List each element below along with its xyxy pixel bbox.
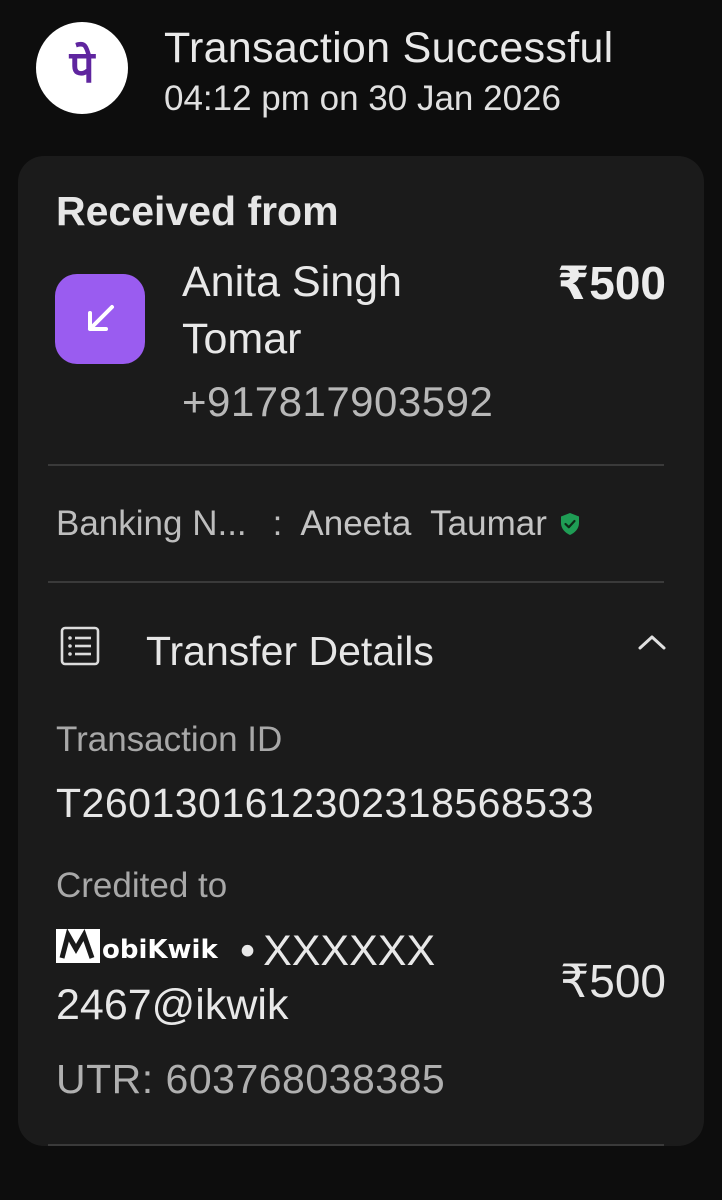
- mobikwik-logo: obiKwik: [56, 928, 218, 965]
- transfer-details-toggle[interactable]: Transfer Details: [56, 624, 668, 684]
- phonepe-logo-glyph: पे: [69, 42, 95, 93]
- receipt-list-icon: [60, 626, 100, 671]
- transaction-id-label: Transaction ID: [56, 720, 283, 759]
- received-from-heading: Received from: [56, 188, 339, 234]
- transaction-id-value[interactable]: T2601301612302318568533: [56, 780, 594, 827]
- transfer-details-title: Transfer Details: [146, 628, 434, 674]
- transaction-timestamp: 04:12 pm on 30 Jan 2026: [164, 79, 561, 118]
- verified-shield-icon: [559, 512, 581, 536]
- sender-name: Anita Singh Tomar: [182, 258, 402, 363]
- transaction-card: Received from Anita Singh Tomar ₹500 +91…: [18, 156, 704, 1146]
- divider: [48, 1144, 664, 1146]
- credited-account-part2: 2467@ikwik: [56, 981, 289, 1029]
- banking-name-value: Aneeta Taumar: [300, 504, 547, 543]
- credited-account-part1: XXXXXX: [263, 927, 436, 975]
- divider: [48, 464, 664, 466]
- credited-to-label: Credited to: [56, 866, 228, 905]
- chevron-up-icon[interactable]: [636, 632, 668, 657]
- utr-number[interactable]: UTR: 603768038385: [56, 1056, 445, 1103]
- banking-name-row: Banking N... : Aneeta Taumar: [56, 502, 581, 546]
- received-amount: ₹500: [557, 257, 666, 309]
- separator-bullet: •: [240, 927, 256, 975]
- banking-name-label: Banking N...: [56, 504, 247, 543]
- credited-amount: ₹500: [559, 955, 666, 1007]
- arrow-down-left-icon: [55, 274, 145, 364]
- banking-name-separator: :: [272, 504, 283, 543]
- phonepe-logo: पे: [36, 22, 128, 114]
- svg-text:obiKwik: obiKwik: [102, 935, 218, 965]
- credited-account: obiKwik • XXXXXX 2467@ikwik: [56, 924, 496, 1032]
- divider: [48, 581, 664, 583]
- sender-phone: +917817903592: [182, 378, 494, 425]
- header: पे Transaction Successful 04:12 pm on 30…: [0, 0, 722, 140]
- transaction-status-title: Transaction Successful: [164, 24, 614, 72]
